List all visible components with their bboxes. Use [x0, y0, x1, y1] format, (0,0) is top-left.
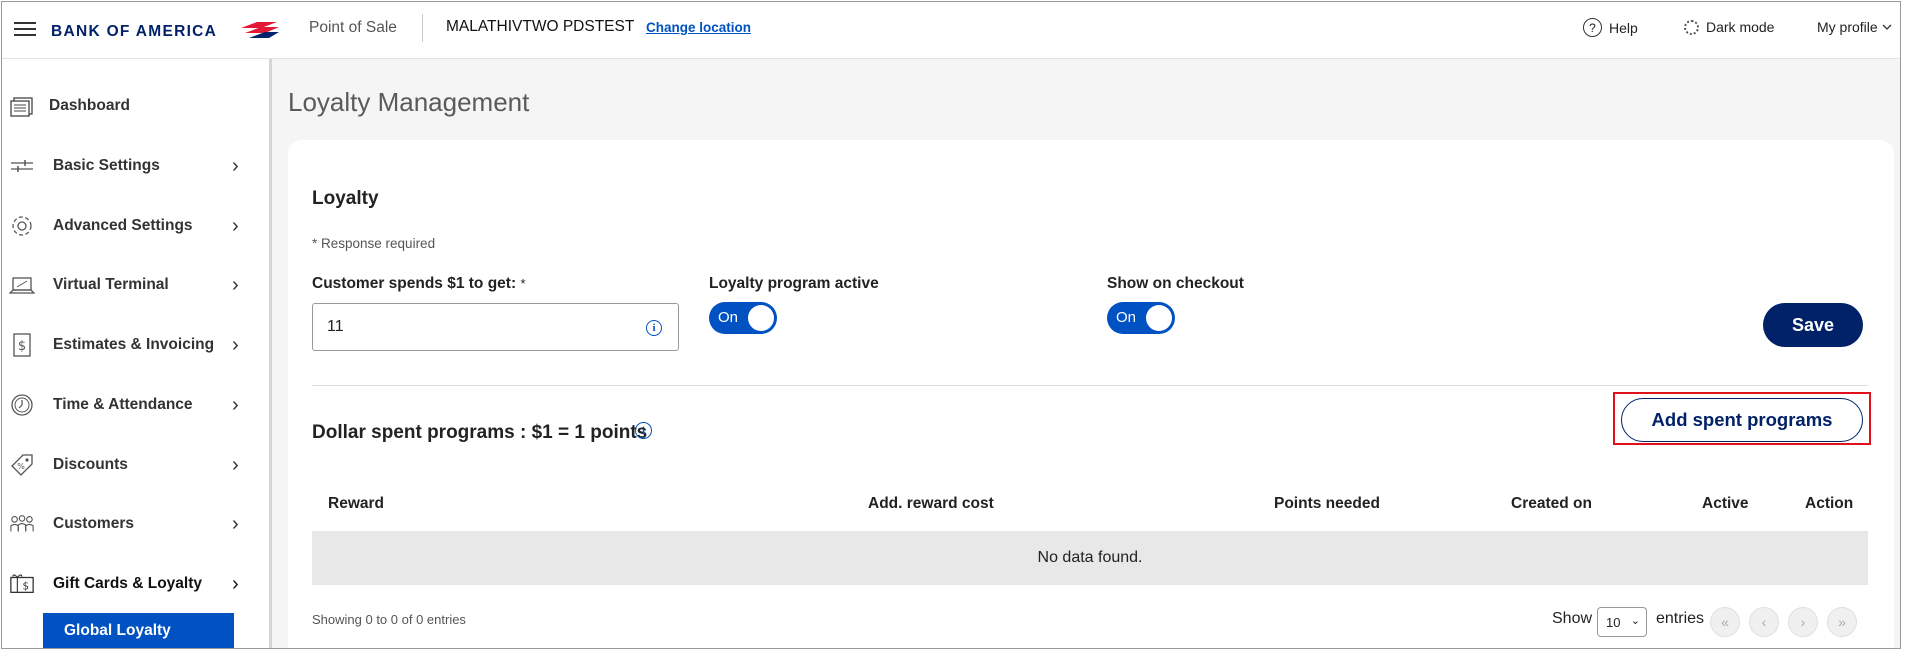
column-header-reward[interactable]: Reward	[328, 495, 384, 513]
section-divider	[312, 385, 1868, 386]
invoice-icon: $	[9, 333, 35, 357]
tag-icon: %	[9, 454, 35, 476]
sliders-icon	[9, 155, 35, 177]
checkout-label: Show on checkout	[1107, 275, 1244, 292]
svg-text:$: $	[18, 339, 26, 354]
dark-mode-toggle[interactable]: Dark mode	[1684, 19, 1774, 35]
column-header-active[interactable]: Active	[1702, 495, 1749, 513]
flag-logo-icon	[241, 22, 279, 38]
help-label: Help	[1609, 19, 1638, 36]
sidebar-item-estimates-invoicing[interactable]: $ Estimates & Invoicing ›	[2, 325, 264, 365]
points-per-dollar-input[interactable]: 11	[312, 303, 679, 351]
dashboard-icon	[9, 95, 35, 117]
loyalty-active-label: Loyalty program active	[709, 275, 879, 292]
chevron-right-icon: ›	[232, 333, 239, 356]
merchant-name: MALATHIVTWO PDSTEST	[446, 18, 635, 35]
card-title: Loyalty	[312, 188, 379, 209]
sidebar-item-advanced-settings[interactable]: Advanced Settings ›	[2, 206, 264, 246]
chevron-right-icon: ›	[232, 154, 239, 177]
column-header-add-reward-cost[interactable]: Add. reward cost	[868, 495, 994, 513]
required-note: * Response required	[312, 236, 436, 251]
sidebar-item-label: Virtual Terminal	[53, 276, 169, 293]
sidebar-item-discounts[interactable]: % Discounts ›	[2, 445, 264, 485]
sidebar-item-gift-cards-loyalty[interactable]: $ Gift Cards & Loyalty ›	[2, 564, 264, 604]
table-empty-row: No data found.	[312, 531, 1868, 585]
gear-icon	[9, 215, 35, 237]
sidebar-item-label: Basic Settings	[53, 157, 160, 174]
header-divider	[422, 14, 423, 42]
brand-logo: BANK OF AMERICA	[51, 23, 218, 40]
toggle-state: On	[1116, 309, 1137, 326]
help-icon: ?	[1583, 18, 1602, 37]
chevron-right-icon: ›	[232, 572, 239, 595]
profile-label: My profile	[1817, 19, 1878, 35]
toggle-knob	[1146, 305, 1172, 331]
add-spent-programs-button[interactable]: Add spent programs	[1621, 398, 1863, 442]
chevron-right-icon: ›	[232, 512, 239, 535]
page-size-select[interactable]: 10 ⌄	[1597, 607, 1647, 637]
page-title: Loyalty Management	[288, 87, 530, 117]
svg-text:%: %	[17, 462, 25, 471]
toggle-knob	[748, 305, 774, 331]
column-header-points-needed[interactable]: Points needed	[1274, 495, 1380, 513]
sidebar-item-customers[interactable]: Customers ›	[2, 504, 264, 544]
spend-label: Customer spends $1 to get: *	[312, 275, 526, 293]
gift-card-icon: $	[9, 573, 35, 595]
chevron-down-icon	[1882, 24, 1892, 30]
clock-icon	[9, 394, 35, 416]
top-header: BANK OF AMERICA Point of Sale MALATHIVTW…	[2, 2, 1900, 59]
pager-last-button[interactable]: »	[1827, 607, 1857, 637]
laptop-icon	[9, 274, 35, 296]
column-header-action[interactable]: Action	[1805, 495, 1853, 513]
sidebar-item-label: Gift Cards & Loyalty	[53, 575, 202, 592]
hamburger-menu-icon[interactable]	[14, 22, 36, 38]
app-name: Point of Sale	[309, 19, 397, 36]
sidebar-item-basic-settings[interactable]: Basic Settings ›	[2, 146, 264, 186]
pager-first-button[interactable]: «	[1710, 607, 1740, 637]
chevron-right-icon: ›	[232, 214, 239, 237]
profile-menu[interactable]: My profile	[1817, 19, 1892, 35]
dark-mode-label: Dark mode	[1706, 19, 1775, 35]
save-button[interactable]: Save	[1763, 303, 1863, 347]
column-header-created-on[interactable]: Created on	[1511, 495, 1592, 513]
spend-label-text: Customer spends $1 to get:	[312, 275, 517, 292]
chevron-right-icon: ›	[232, 273, 239, 296]
pager-prev-button[interactable]: ‹	[1749, 607, 1779, 637]
sidebar-item-label: Time & Attendance	[53, 396, 193, 413]
loyalty-card: Loyalty * Response required Customer spe…	[288, 140, 1894, 648]
sidebar-item-label: Discounts	[53, 456, 128, 473]
sidebar-item-label: Customers	[53, 515, 134, 532]
chevron-right-icon: ›	[232, 453, 239, 476]
chevron-right-icon: ›	[232, 393, 239, 416]
page-size-value: 10	[1606, 614, 1621, 630]
pager-next-button[interactable]: ›	[1788, 607, 1818, 637]
required-mark: *	[520, 276, 526, 291]
svg-text:$: $	[22, 582, 28, 593]
chevron-down-icon: ⌄	[1630, 615, 1640, 627]
app-window: BANK OF AMERICA Point of Sale MALATHIVTW…	[1, 1, 1901, 649]
show-on-checkout-toggle[interactable]: On	[1107, 302, 1175, 334]
help-button[interactable]: ? Help	[1583, 18, 1638, 37]
info-icon[interactable]: i	[635, 422, 652, 439]
loyalty-active-toggle[interactable]: On	[709, 302, 777, 334]
section-title: Dollar spent programs : $1 = 1 points	[312, 422, 648, 443]
entries-label: entries	[1656, 610, 1705, 627]
sidebar-item-label: Estimates & Invoicing	[53, 336, 215, 353]
points-per-dollar-value: 11	[327, 318, 344, 335]
sidebar-subitem-global-loyalty[interactable]: Global Loyalty	[43, 613, 234, 648]
toggle-state: On	[718, 309, 739, 326]
entries-info: Showing 0 to 0 of 0 entries	[312, 612, 466, 627]
sidebar-item-dashboard[interactable]: Dashboard	[2, 86, 264, 126]
sidebar-item-virtual-terminal[interactable]: Virtual Terminal ›	[2, 265, 264, 305]
change-location-link[interactable]: Change location	[646, 20, 751, 35]
info-icon[interactable]: i	[646, 320, 662, 336]
sidebar-item-label: Advanced Settings	[53, 217, 193, 234]
sun-icon	[1684, 19, 1699, 35]
sidebar-divider	[269, 59, 272, 648]
sidebar-item-label: Dashboard	[49, 97, 130, 114]
sidebar: Dashboard Basic Settings › Advanced Sett…	[2, 59, 269, 648]
show-label: Show	[1552, 610, 1593, 627]
people-icon	[9, 513, 35, 535]
sidebar-item-time-attendance[interactable]: Time & Attendance ›	[2, 385, 264, 425]
